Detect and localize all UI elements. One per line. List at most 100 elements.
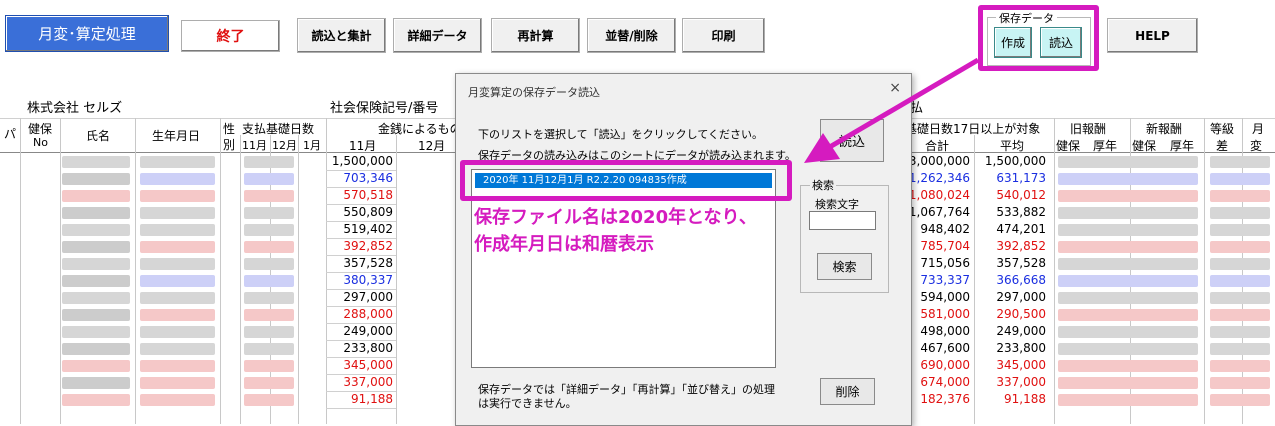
redacted-cell: [244, 360, 294, 372]
avg-cell: 392,852: [996, 239, 1046, 253]
col-kosei: 厚年: [1093, 139, 1118, 153]
redacted-cell: [1058, 326, 1198, 338]
redacted-cell: [62, 156, 130, 168]
dialog-note: 保存データでは「詳細データ」「再計算」「並び替え」の処理は実行できません。: [478, 383, 775, 410]
search-input[interactable]: [809, 211, 876, 230]
redacted-cell: [62, 292, 130, 304]
col-old: 旧報酬: [1070, 122, 1107, 136]
redacted-cell: [140, 173, 215, 185]
avg-cell: 366,668: [996, 273, 1046, 287]
avg-cell: 233,800: [996, 341, 1046, 355]
redacted-cell: [140, 326, 215, 338]
redacted-cell: [1210, 275, 1270, 287]
end-button[interactable]: 終了: [181, 20, 280, 52]
redacted-cell: [244, 156, 294, 168]
redacted-cell: [1058, 377, 1198, 389]
col-kenpo2: 健保: [1056, 139, 1081, 153]
avg-cell: 357,528: [996, 256, 1046, 270]
redacted-cell: [140, 377, 215, 389]
redacted-cell: [1058, 343, 1198, 355]
col-new: 新報酬: [1146, 122, 1183, 136]
annotation-line-1: 保存ファイル名は2020年となり、: [474, 207, 757, 228]
read-and-sum-button[interactable]: 読込と集計: [297, 18, 386, 53]
help-button[interactable]: HELP: [1107, 18, 1198, 53]
redacted-cell: [140, 224, 215, 236]
redacted-cell: [1210, 309, 1270, 321]
redacted-cell: [62, 309, 130, 321]
saved-data-group-label: 保存データ: [996, 10, 1057, 26]
money-11-cell: 1,500,000: [331, 154, 393, 168]
redacted-cell: [244, 275, 294, 287]
sort-delete-button[interactable]: 並替/削除: [587, 18, 676, 53]
col-birth: 生年月日: [152, 129, 201, 143]
redacted-cell: [1058, 190, 1198, 202]
create-saved-button[interactable]: 作成: [994, 27, 1032, 58]
redacted-cell: [62, 207, 130, 219]
grid-line: [20, 118, 21, 424]
col-diff: 差: [1216, 139, 1229, 153]
redacted-cell: [140, 394, 215, 406]
col-m1: 1月: [303, 139, 321, 152]
redacted-cell: [140, 275, 215, 287]
grid-line: [974, 135, 975, 424]
redacted-cell: [62, 377, 130, 389]
grid-line: [1204, 118, 1205, 424]
detail-data-button[interactable]: 詳細データ: [393, 18, 482, 53]
search-button[interactable]: 検索: [817, 253, 872, 280]
redacted-cell: [1058, 292, 1198, 304]
avg-cell: 540,012: [996, 188, 1046, 202]
avg-cell: 337,000: [996, 375, 1046, 389]
col-pa: パ: [4, 127, 17, 141]
redacted-cell: [140, 292, 215, 304]
col-grade: 等級: [1210, 122, 1235, 136]
redacted-cell: [62, 275, 130, 287]
redacted-cell: [62, 258, 130, 270]
redacted-cell: [1210, 360, 1270, 372]
redacted-cell: [1058, 173, 1198, 185]
grid-line: [326, 408, 396, 409]
redacted-cell: [140, 241, 215, 253]
redacted-cell: [1058, 156, 1198, 168]
grid-line: [240, 135, 241, 424]
money-11-cell: 249,000: [343, 324, 393, 338]
redacted-cell: [62, 343, 130, 355]
redacted-cell: [140, 190, 215, 202]
redacted-cell: [140, 309, 215, 321]
col-month: 月: [1252, 122, 1265, 136]
money-11-cell: 91,188: [351, 392, 393, 406]
money-11-cell: 337,000: [343, 375, 393, 389]
search-text-label: 検索文字: [815, 198, 859, 211]
print-button[interactable]: 印刷: [682, 18, 765, 53]
redacted-cell: [244, 224, 294, 236]
recalc-button[interactable]: 再計算: [491, 18, 580, 53]
redacted-cell: [62, 326, 130, 338]
redacted-cell: [62, 224, 130, 236]
delete-button[interactable]: 削除: [820, 378, 875, 405]
money-11-cell: 519,402: [343, 222, 393, 236]
money-11-cell: 380,337: [343, 273, 393, 287]
main-menu-button[interactable]: 月変･算定処理: [5, 15, 169, 52]
redacted-cell: [62, 173, 130, 185]
money-11-cell: 233,800: [343, 341, 393, 355]
dialog-instruction-1: 下のリストを選択して「読込」をクリックしてください。: [478, 128, 764, 141]
avg-cell: 631,173: [996, 171, 1046, 185]
redacted-cell: [62, 360, 130, 372]
redacted-cell: [1058, 275, 1198, 287]
redacted-cell: [1058, 360, 1198, 372]
load-saved-button[interactable]: 読込: [1040, 27, 1082, 58]
grid-line: [298, 135, 299, 424]
redacted-cell: [140, 343, 215, 355]
redacted-cell: [1210, 156, 1270, 168]
redacted-cell: [244, 173, 294, 185]
grid-line: [396, 135, 397, 424]
col-no: No: [33, 136, 48, 149]
col-avg: 平均: [1000, 139, 1025, 153]
money-11-cell: 570,518: [343, 188, 393, 202]
redacted-cell: [1058, 309, 1198, 321]
redacted-cell: [1210, 207, 1270, 219]
company-name: 株式会社 セルズ: [27, 101, 123, 116]
col-m11: 11月: [242, 139, 267, 152]
money-11-cell: 550,809: [343, 205, 393, 219]
redacted-cell: [1210, 258, 1270, 270]
col-money-title: 金銭によるもの: [378, 122, 462, 136]
